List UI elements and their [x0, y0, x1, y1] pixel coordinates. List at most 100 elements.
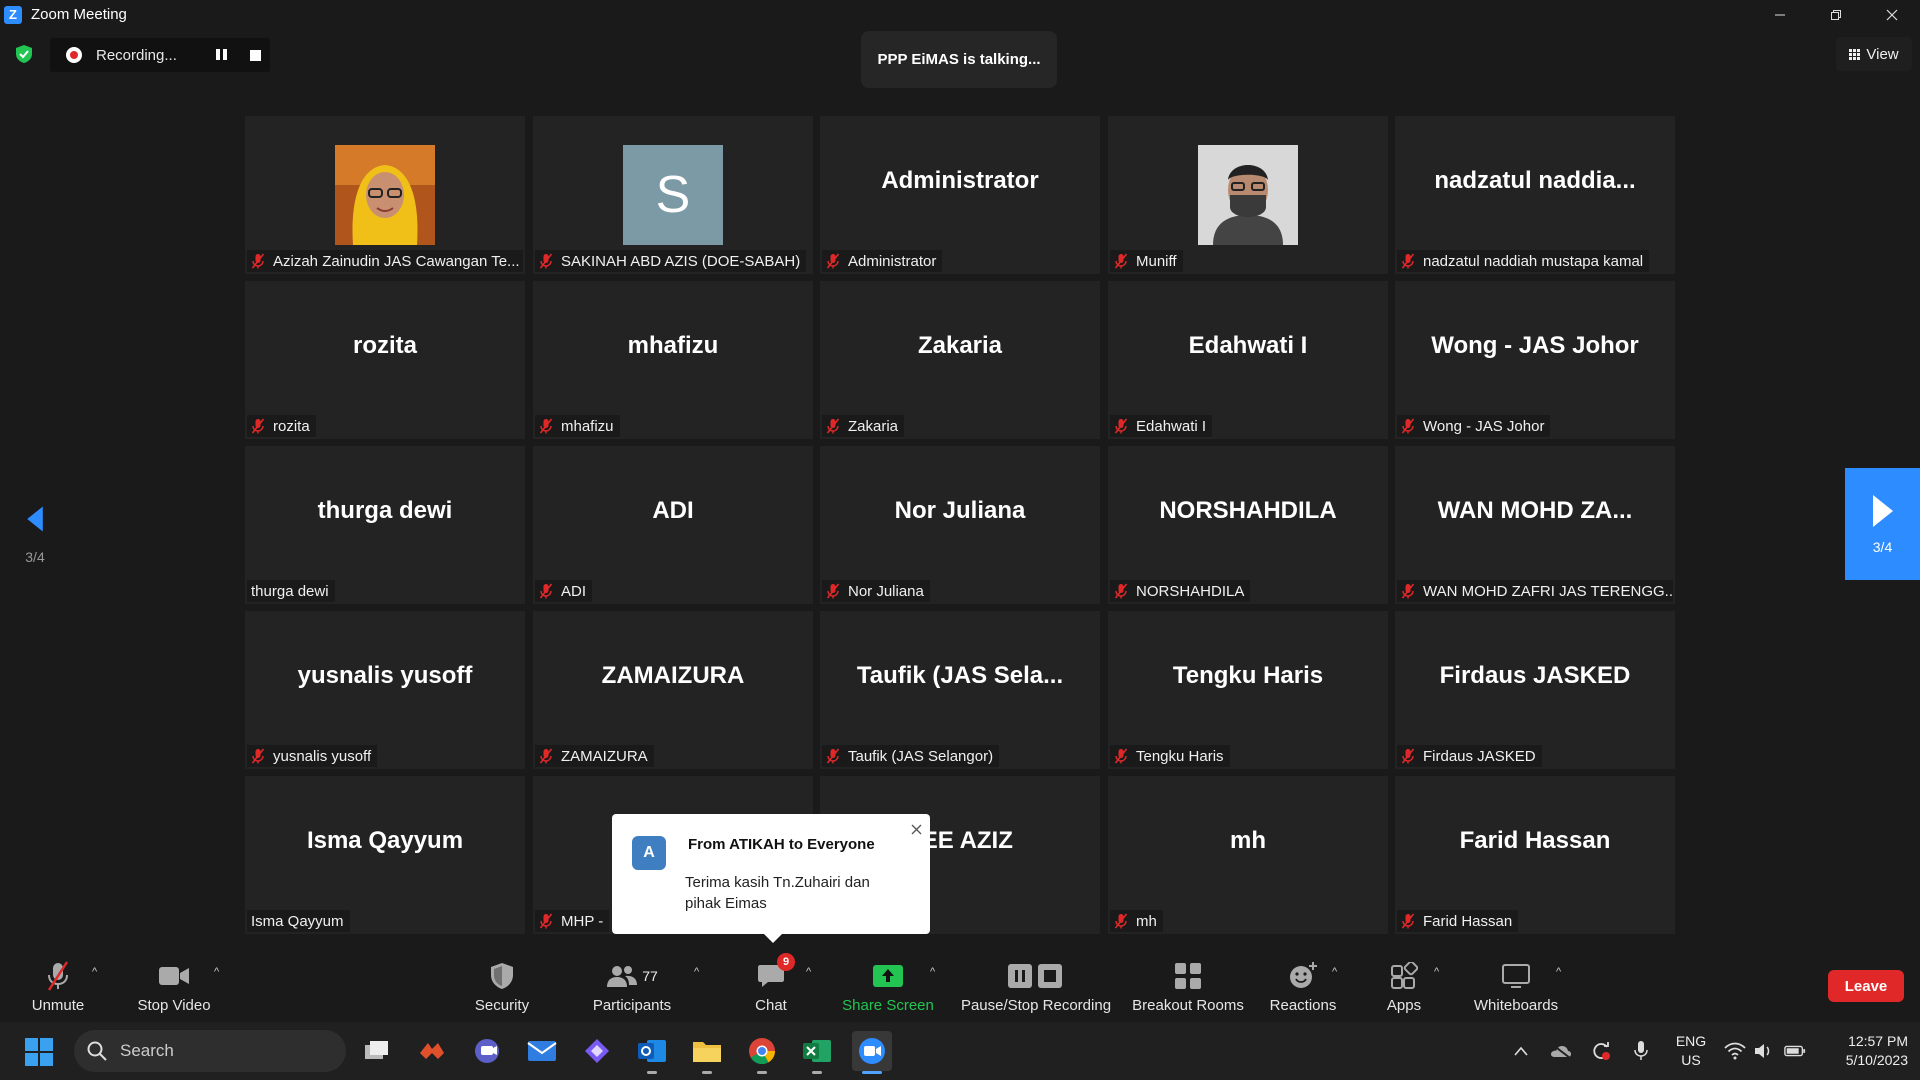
breakout-rooms-button[interactable]: Breakout Rooms	[1128, 946, 1248, 1022]
chrome-icon[interactable]	[742, 1031, 782, 1074]
sync-icon[interactable]	[1590, 1040, 1612, 1062]
audio-options-caret[interactable]: ^	[92, 966, 97, 978]
participant-tile[interactable]: ADI ADI	[533, 446, 813, 604]
outlook-icon[interactable]	[632, 1031, 672, 1074]
whiteboards-options-caret[interactable]: ^	[1556, 966, 1561, 978]
mic-muted-icon	[47, 961, 69, 991]
stop-video-label: Stop Video	[137, 997, 211, 1014]
security-button[interactable]: Security	[462, 946, 542, 1022]
onedrive-cloud-icon[interactable]	[1550, 1040, 1572, 1062]
participant-name-text: Nor Juliana	[848, 582, 924, 600]
chat-message: Terima kasih Tn.Zuhairi dan pihak Eimas	[685, 874, 870, 912]
clock-date: 5/10/2023	[1845, 1052, 1908, 1068]
clock-time: 12:57 PM	[1848, 1033, 1908, 1049]
window-title: Zoom Meeting	[31, 6, 127, 23]
video-options-caret[interactable]: ^	[214, 966, 219, 978]
encryption-shield-icon[interactable]	[14, 44, 34, 64]
mic-muted-icon	[539, 748, 553, 764]
participants-options-caret[interactable]: ^	[694, 966, 699, 978]
recording-indicator: Recording...	[50, 38, 270, 72]
participant-name-label: MHP -	[535, 910, 610, 932]
participant-tile[interactable]: mhafizu mhafizu	[533, 281, 813, 439]
participant-tile[interactable]: mh mh	[1108, 776, 1388, 934]
breakout-rooms-icon	[1175, 963, 1201, 989]
app-red-icon[interactable]	[412, 1031, 452, 1071]
reactions-options-caret[interactable]: ^	[1332, 966, 1337, 978]
participant-tile[interactable]: nadzatul naddia... nadzatul naddiah musta…	[1395, 116, 1675, 274]
input-language-indicator[interactable]: ENG US	[1674, 1032, 1708, 1070]
zoom-icon[interactable]	[852, 1031, 892, 1074]
stop-recording-button[interactable]	[250, 50, 261, 61]
participant-tile[interactable]: rozita rozita	[245, 281, 525, 439]
participant-name-label: Azizah Zainudin JAS Cawangan Te...	[247, 250, 523, 272]
participant-tile[interactable]: Azizah Zainudin JAS Cawangan Te...	[245, 116, 525, 274]
chat-button[interactable]: 9 Chat	[736, 946, 806, 1022]
participant-tile[interactable]: Tengku Haris Tengku Haris	[1108, 611, 1388, 769]
whiteboards-button[interactable]: Whiteboards	[1466, 946, 1566, 1022]
participant-tile[interactable]: Edahwati I Edahwati I	[1108, 281, 1388, 439]
taskbar-search[interactable]: Search	[74, 1030, 346, 1072]
unmute-button[interactable]: Unmute	[18, 946, 98, 1022]
reactions-button[interactable]: Reactions	[1263, 946, 1343, 1022]
pause-recording-button[interactable]	[216, 49, 228, 61]
participant-tile[interactable]: Farid Hassan Farid Hassan	[1395, 776, 1675, 934]
participant-tile[interactable]: Taufik (JAS Sela... Taufik (JAS Selangor)	[820, 611, 1100, 769]
mic-muted-icon	[1401, 748, 1415, 764]
share-options-caret[interactable]: ^	[930, 966, 935, 978]
show-hidden-icons-chevron-icon[interactable]	[1510, 1040, 1532, 1062]
participant-tile[interactable]: S SAKINAH ABD AZIS (DOE-SABAH)	[533, 116, 813, 274]
participant-tile[interactable]: Nor Juliana Nor Juliana	[820, 446, 1100, 604]
wifi-icon[interactable]	[1724, 1040, 1746, 1062]
participants-button[interactable]: 77 Participants	[582, 946, 682, 1022]
participant-name-label: Zakaria	[822, 415, 905, 437]
participant-tile[interactable]: ZAMAIZURA ZAMAIZURA	[533, 611, 813, 769]
copilot-icon[interactable]	[577, 1031, 617, 1071]
microphone-icon[interactable]	[1630, 1040, 1652, 1062]
share-screen-button[interactable]: Share Screen	[838, 946, 938, 1022]
participant-tile[interactable]: Wong - JAS Johor Wong - JAS Johor	[1395, 281, 1675, 439]
participant-name-text: mhafizu	[561, 417, 614, 435]
windows-start-icon[interactable]	[24, 1037, 54, 1067]
view-button[interactable]: View	[1836, 37, 1912, 71]
stop-video-button[interactable]: Stop Video	[130, 946, 218, 1022]
participant-tile[interactable]: thurga dewi thurga dewi	[245, 446, 525, 604]
participant-name-text: MHP -	[561, 912, 604, 930]
file-explorer-icon[interactable]	[687, 1031, 727, 1074]
close-chat-popup-button[interactable]	[911, 822, 922, 840]
task-view-icon[interactable]	[357, 1031, 397, 1071]
mic-muted-icon	[539, 583, 553, 599]
leave-button[interactable]: Leave	[1828, 970, 1904, 1002]
participant-name-label: Firdaus JASKED	[1397, 745, 1542, 767]
participant-tile[interactable]: Muniff	[1108, 116, 1388, 274]
excel-icon[interactable]	[797, 1031, 837, 1074]
close-window-button[interactable]	[1864, 0, 1920, 29]
participant-name-text: nadzatul naddiah mustapa kamal	[1423, 252, 1644, 270]
restore-button[interactable]	[1808, 0, 1864, 29]
participant-tile[interactable]: yusnalis yusoff yusnalis yusoff	[245, 611, 525, 769]
minimize-button[interactable]	[1752, 0, 1808, 29]
language-code: ENG	[1675, 1033, 1707, 1049]
chat-notification-popup[interactable]: A From ATIKAH to Everyone Terima kasih T…	[612, 814, 930, 943]
participants-icon	[607, 966, 638, 987]
pause-stop-recording-button[interactable]: Pause/Stop Recording	[958, 946, 1114, 1022]
mail-icon[interactable]	[522, 1031, 562, 1071]
apps-options-caret[interactable]: ^	[1434, 966, 1439, 978]
participant-tile[interactable]: NORSHAHDILA NORSHAHDILA	[1108, 446, 1388, 604]
zoom-logo-icon: Z	[4, 5, 22, 24]
participant-tile[interactable]: WAN MOHD ZA... WAN MOHD ZAFRI JAS TERENGG…	[1395, 446, 1675, 604]
previous-page-button[interactable]: 3/4	[20, 505, 50, 565]
taskbar-clock[interactable]: 12:57 PM 5/10/2023	[1820, 1032, 1916, 1070]
participants-label: Participants	[592, 997, 672, 1014]
speaker-volume-icon[interactable]	[1752, 1040, 1774, 1062]
mic-muted-icon	[826, 253, 840, 269]
participant-name-text: Azizah Zainudin JAS Cawangan Te...	[273, 252, 520, 270]
participant-tile[interactable]: Isma Qayyum Isma Qayyum	[245, 776, 525, 934]
participant-tile[interactable]: Administrator Administrator	[820, 116, 1100, 274]
teams-icon[interactable]	[467, 1031, 507, 1071]
chat-options-caret[interactable]: ^	[806, 966, 811, 978]
battery-icon[interactable]	[1784, 1040, 1806, 1062]
participant-tile[interactable]: Firdaus JASKED Firdaus JASKED	[1395, 611, 1675, 769]
participant-tile[interactable]: Zakaria Zakaria	[820, 281, 1100, 439]
apps-button[interactable]: Apps	[1370, 946, 1438, 1022]
next-page-button[interactable]: 3/4	[1845, 468, 1920, 580]
